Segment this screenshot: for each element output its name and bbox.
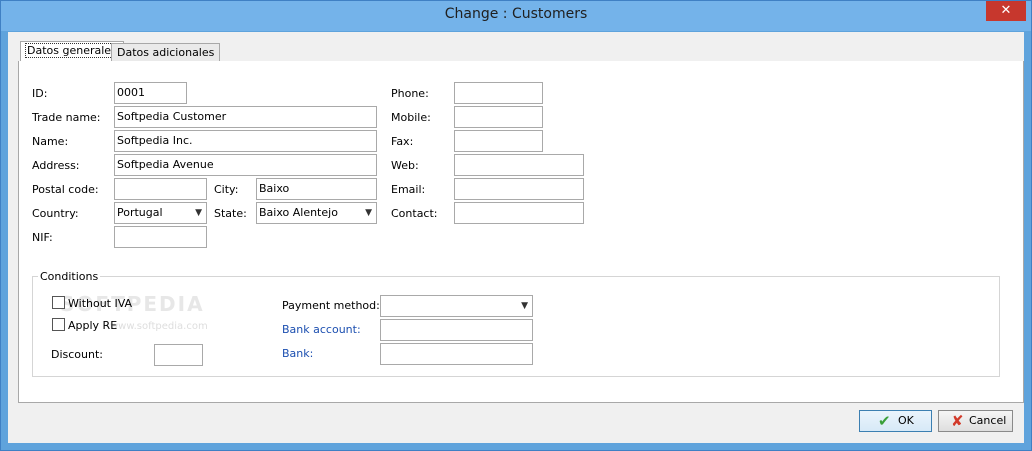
without-iva-label: Without IVA [68, 297, 133, 310]
web-label: Web: [391, 159, 419, 172]
close-icon: ✕ [1000, 3, 1012, 18]
bank-account-field[interactable] [380, 319, 533, 341]
mobile-label: Mobile: [391, 111, 431, 124]
ok-button[interactable]: ✔ OK [859, 410, 932, 432]
payment-method-label: Payment method: [282, 299, 380, 312]
nif-field[interactable] [114, 226, 207, 248]
payment-method-select[interactable]: ▼ [380, 295, 533, 317]
country-select[interactable]: Portugal ▼ [114, 202, 207, 224]
email-field[interactable] [454, 178, 584, 200]
apply-re-checkbox[interactable] [52, 318, 65, 331]
state-label: State: [214, 207, 247, 220]
bank-account-label[interactable]: Bank account: [282, 323, 361, 336]
web-field[interactable] [454, 154, 584, 176]
state-select[interactable]: Baixo Alentejo ▼ [256, 202, 377, 224]
cancel-button[interactable]: ✘ Cancel [938, 410, 1013, 432]
phone-field[interactable] [454, 82, 543, 104]
name-label: Name: [32, 135, 69, 148]
trade-name-field[interactable]: Softpedia Customer [114, 106, 377, 128]
chevron-down-icon: ▼ [195, 208, 202, 218]
chevron-down-icon: ▼ [521, 301, 528, 311]
address-field[interactable]: Softpedia Avenue [114, 154, 377, 176]
postal-code-field[interactable] [114, 178, 207, 200]
discount-field[interactable] [154, 344, 203, 366]
tab-datos-adicionales[interactable]: Datos adicionales [111, 43, 221, 62]
ok-button-label: OK [898, 414, 914, 427]
mobile-field[interactable] [454, 106, 543, 128]
chevron-down-icon: ▼ [365, 208, 372, 218]
softpedia-watermark-url: www.softpedia.com [110, 321, 208, 332]
window-title: Change : Customers [444, 6, 588, 22]
cancel-button-label: Cancel [969, 414, 1007, 427]
city-field[interactable]: Baixo [256, 178, 377, 200]
bank-field[interactable] [380, 343, 533, 365]
address-label: Address: [32, 159, 80, 172]
cross-icon: ✘ [951, 412, 964, 430]
phone-label: Phone: [391, 87, 429, 100]
check-icon: ✔ [878, 412, 891, 430]
fax-label: Fax: [391, 135, 414, 148]
name-field[interactable]: Softpedia Inc. [114, 130, 377, 152]
contact-field[interactable] [454, 202, 584, 224]
trade-name-label: Trade name: [32, 111, 101, 124]
city-label: City: [214, 183, 239, 196]
conditions-title: Conditions [38, 270, 101, 283]
postal-code-label: Postal code: [32, 183, 99, 196]
email-label: Email: [391, 183, 426, 196]
tab-datos-generales[interactable]: Datos generales [20, 41, 124, 62]
state-select-value: Baixo Alentejo [259, 206, 338, 219]
fax-field[interactable] [454, 130, 543, 152]
id-field[interactable]: 0001 [114, 82, 187, 104]
without-iva-checkbox[interactable] [52, 296, 65, 309]
close-button[interactable]: ✕ [986, 1, 1026, 21]
country-label: Country: [32, 207, 79, 220]
bank-label[interactable]: Bank: [282, 347, 313, 360]
nif-label: NIF: [32, 231, 53, 244]
apply-re-label: Apply RE [68, 319, 118, 332]
country-select-value: Portugal [117, 206, 163, 219]
contact-label: Contact: [391, 207, 438, 220]
discount-label: Discount: [51, 348, 103, 361]
id-label: ID: [32, 87, 48, 100]
